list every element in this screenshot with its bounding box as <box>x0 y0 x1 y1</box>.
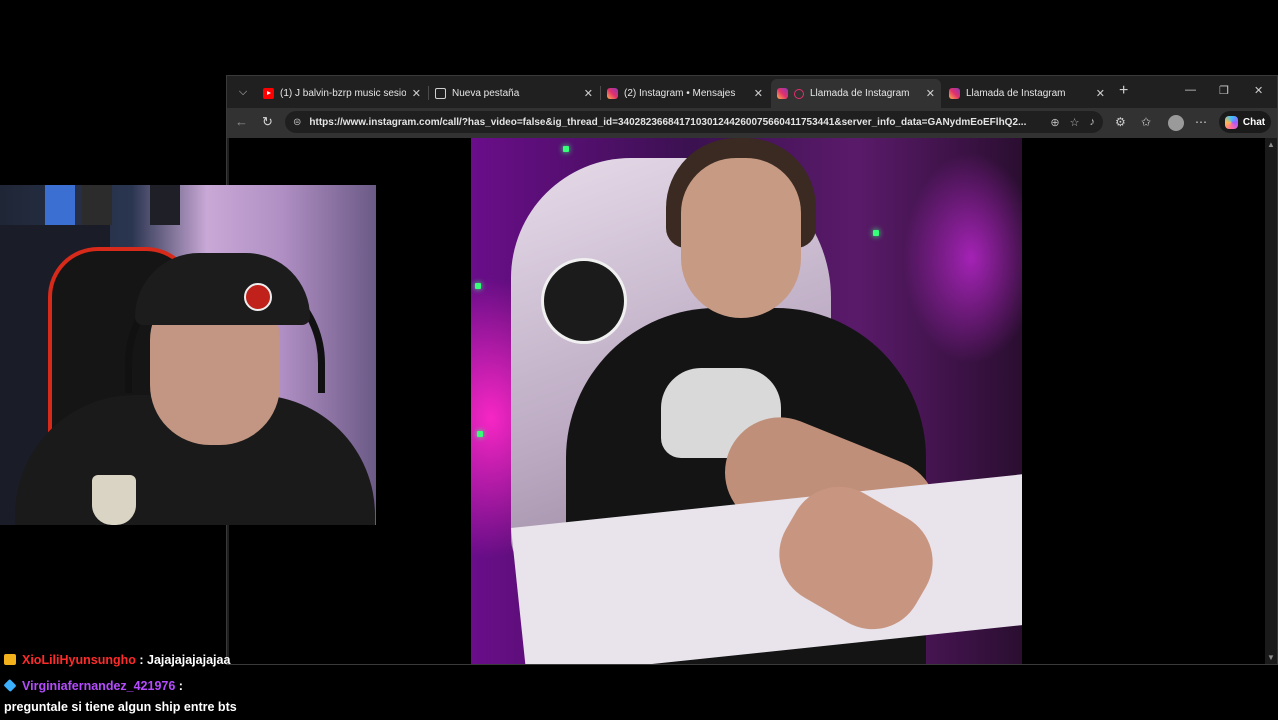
chat-username: XioLiliHyunsungho <box>22 653 136 667</box>
instagram-icon <box>949 88 960 99</box>
vertical-scrollbar[interactable]: ▲ ▼ <box>1265 138 1277 664</box>
call-page-content <box>229 138 1265 664</box>
reload-icon[interactable]: ↻ <box>262 114 273 130</box>
tab-instagram-call[interactable]: Llamada de Instagram ✕ <box>943 79 1111 108</box>
stream-chat: XioLiliHyunsungho : Jajajajajajajaa Virg… <box>3 650 334 718</box>
page-icon <box>435 88 446 99</box>
instagram-icon <box>607 88 618 99</box>
youtube-icon <box>263 88 274 99</box>
person-face <box>681 158 801 318</box>
copilot-icon <box>1224 115 1238 129</box>
tab-instagram-messages[interactable]: (2) Instagram • Mensajes ✕ <box>601 79 769 108</box>
chat-separator: : <box>175 679 183 693</box>
chat-message-continuation: preguntale si tiene algun ship entre bts <box>4 700 237 714</box>
tab-list-dropdown-icon[interactable]: ⌵ <box>233 82 253 102</box>
window-close-icon[interactable]: ✕ <box>1254 84 1263 97</box>
restore-icon[interactable]: ❐ <box>1219 84 1229 97</box>
profile-avatar-icon[interactable] <box>1168 115 1184 131</box>
address-bar[interactable]: ⊜ https://www.instagram.com/call/?has_vi… <box>285 111 1103 133</box>
new-tab-icon[interactable]: + <box>1119 83 1128 99</box>
close-icon[interactable]: ✕ <box>584 87 593 100</box>
scroll-up-icon[interactable]: ▲ <box>1267 140 1275 149</box>
tab-label: (1) J balvin-bzrp music sesions <box>280 88 406 99</box>
recording-icon <box>794 88 804 99</box>
gem-icon <box>3 678 17 693</box>
zoom-icon[interactable]: ⊕ <box>1050 116 1059 129</box>
chat-button-label: Chat <box>1242 116 1266 128</box>
site-info-icon[interactable]: ⊜ <box>293 117 301 128</box>
green-light <box>475 283 481 289</box>
browser-toolbar: ← ↻ ⊜ https://www.instagram.com/call/?ha… <box>227 108 1277 138</box>
streamer-webcam <box>0 185 376 525</box>
chat-text: Jajajajajajajaa <box>147 653 231 667</box>
streamer-cap <box>135 253 310 325</box>
close-icon[interactable]: ✕ <box>412 87 421 100</box>
scroll-down-icon[interactable]: ▼ <box>1267 653 1275 662</box>
green-light <box>873 230 879 236</box>
chair-logo <box>541 258 627 344</box>
tab-strip: ⌵ (1) J balvin-bzrp music sesions ✕ Nuev… <box>227 76 1277 108</box>
green-light <box>477 431 483 437</box>
chat-message: Virginiafernandez_421976 : <box>3 676 334 697</box>
favorites-icon[interactable]: ✩ <box>1141 115 1151 129</box>
microphone-icon[interactable]: ♪ <box>1090 116 1096 128</box>
more-menu-icon[interactable]: ⋯ <box>1195 115 1207 129</box>
browser-window: ⌵ (1) J balvin-bzrp music sesions ✕ Nuev… <box>226 75 1278 665</box>
remote-video-feed[interactable] <box>471 138 1022 664</box>
url-text[interactable]: https://www.instagram.com/call/?has_vide… <box>309 117 1040 128</box>
tab-youtube[interactable]: (1) J balvin-bzrp music sesions ✕ <box>257 79 427 108</box>
instagram-icon <box>777 88 788 99</box>
close-icon[interactable]: ✕ <box>926 87 935 100</box>
wall-poster <box>150 185 180 225</box>
minimize-icon[interactable]: — <box>1185 84 1196 96</box>
wall-poster <box>45 185 75 225</box>
tab-label: (2) Instagram • Mensajes <box>624 88 736 99</box>
jersey-crest <box>92 475 136 525</box>
chat-username: Virginiafernandez_421976 <box>22 679 176 693</box>
extensions-icon[interactable]: ⚙ <box>1115 115 1126 129</box>
close-icon[interactable]: ✕ <box>1096 87 1105 100</box>
favorite-star-icon[interactable]: ☆ <box>1070 116 1080 129</box>
copilot-chat-button[interactable]: Chat <box>1219 111 1271 133</box>
tab-label: Nueva pestaña <box>452 88 520 99</box>
close-icon[interactable]: ✕ <box>754 87 763 100</box>
chat-separator: : <box>135 653 147 667</box>
tab-label: Llamada de Instagram <box>966 88 1066 99</box>
tab-instagram-call-active[interactable]: Llamada de Instagram ✕ <box>771 79 941 108</box>
cap-logo <box>244 283 272 311</box>
tab-new-tab[interactable]: Nueva pestaña ✕ <box>429 79 599 108</box>
wall-poster <box>82 185 112 225</box>
crown-icon <box>4 654 16 665</box>
back-arrow-icon[interactable]: ← <box>235 114 248 129</box>
tab-label: Llamada de Instagram <box>810 88 910 99</box>
green-light <box>563 146 569 152</box>
chat-message: XioLiliHyunsungho : Jajajajajajajaa <box>4 650 334 671</box>
